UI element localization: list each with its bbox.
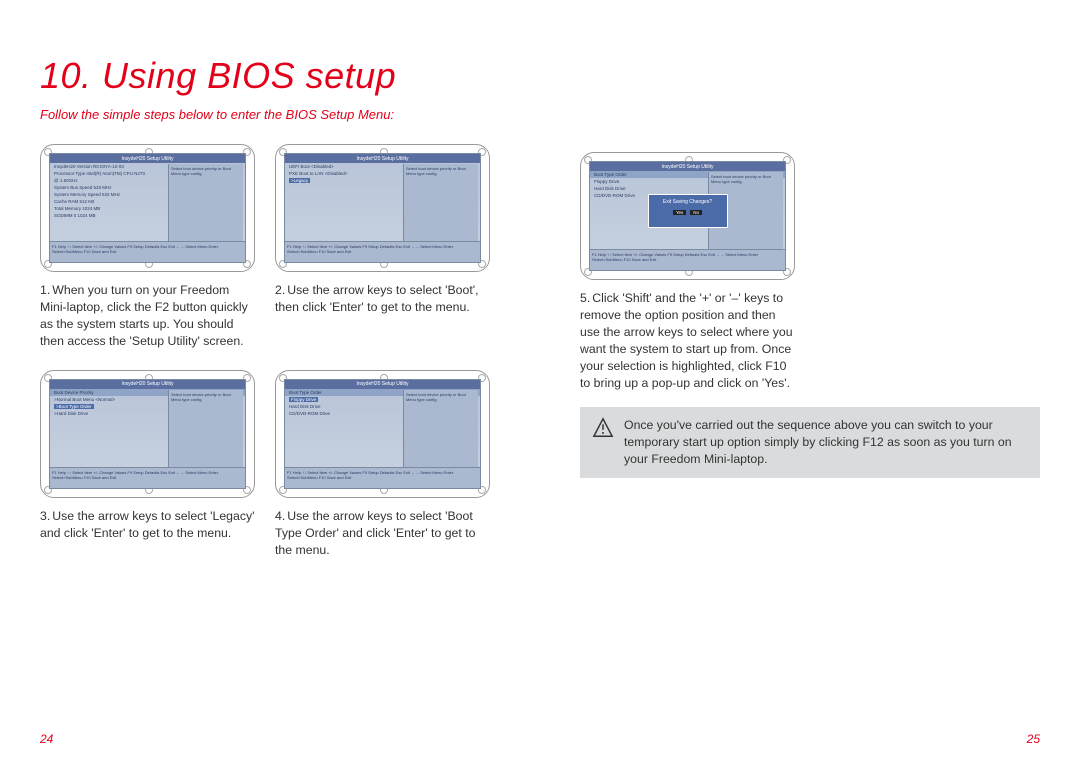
- step-1-text: 1.When you turn on your Freedom Mini-lap…: [40, 282, 255, 350]
- step-5-text: 5.Click 'Shift' and the '+' or '–' keys …: [580, 290, 795, 392]
- step-3-text: 3.Use the arrow keys to select 'Legacy' …: [40, 508, 255, 542]
- steps-grid-left: InsydeH20 Setup Utility InsydeH20 Versio…: [40, 144, 500, 559]
- step-3: InsydeH20 Setup Utility Boot Device Prio…: [40, 370, 255, 559]
- section-subtitle: Follow the simple steps below to enter t…: [40, 107, 500, 122]
- page-right: InsydeH20 Setup Utility Boot Type Order …: [540, 0, 1080, 766]
- section-heading: 10. Using BIOS setup: [40, 55, 500, 97]
- page-left: 10. Using BIOS setup Follow the simple s…: [0, 0, 540, 766]
- page-number-right: 25: [1027, 732, 1040, 746]
- bios-screenshot-2: InsydeH20 Setup Utility UEFI Boot <Disab…: [275, 144, 490, 272]
- step-4-text: 4.Use the arrow keys to select 'Boot Typ…: [275, 508, 490, 559]
- warning-icon: [592, 417, 614, 439]
- note-box: Once you've carried out the sequence abo…: [580, 407, 1040, 478]
- step-4: InsydeH20 Setup Utility Boot Type Order …: [275, 370, 490, 559]
- bios-screenshot-4: InsydeH20 Setup Utility Boot Type Order …: [275, 370, 490, 498]
- bios-screenshot-1: InsydeH20 Setup Utility InsydeH20 Versio…: [40, 144, 255, 272]
- step-5: InsydeH20 Setup Utility Boot Type Order …: [580, 152, 795, 392]
- step-1: InsydeH20 Setup Utility InsydeH20 Versio…: [40, 144, 255, 350]
- step-2-text: 2.Use the arrow keys to select 'Boot', t…: [275, 282, 490, 316]
- step-2: InsydeH20 Setup Utility UEFI Boot <Disab…: [275, 144, 490, 350]
- steps-grid-right: InsydeH20 Setup Utility Boot Type Order …: [580, 152, 1040, 392]
- save-dialog: Exit Saving Changes? YesNo: [648, 194, 728, 228]
- note-text: Once you've carried out the sequence abo…: [624, 417, 1028, 468]
- bios-screenshot-3: InsydeH20 Setup Utility Boot Device Prio…: [40, 370, 255, 498]
- bios-screenshot-5: InsydeH20 Setup Utility Boot Type Order …: [580, 152, 795, 280]
- page-number-left: 24: [40, 732, 53, 746]
